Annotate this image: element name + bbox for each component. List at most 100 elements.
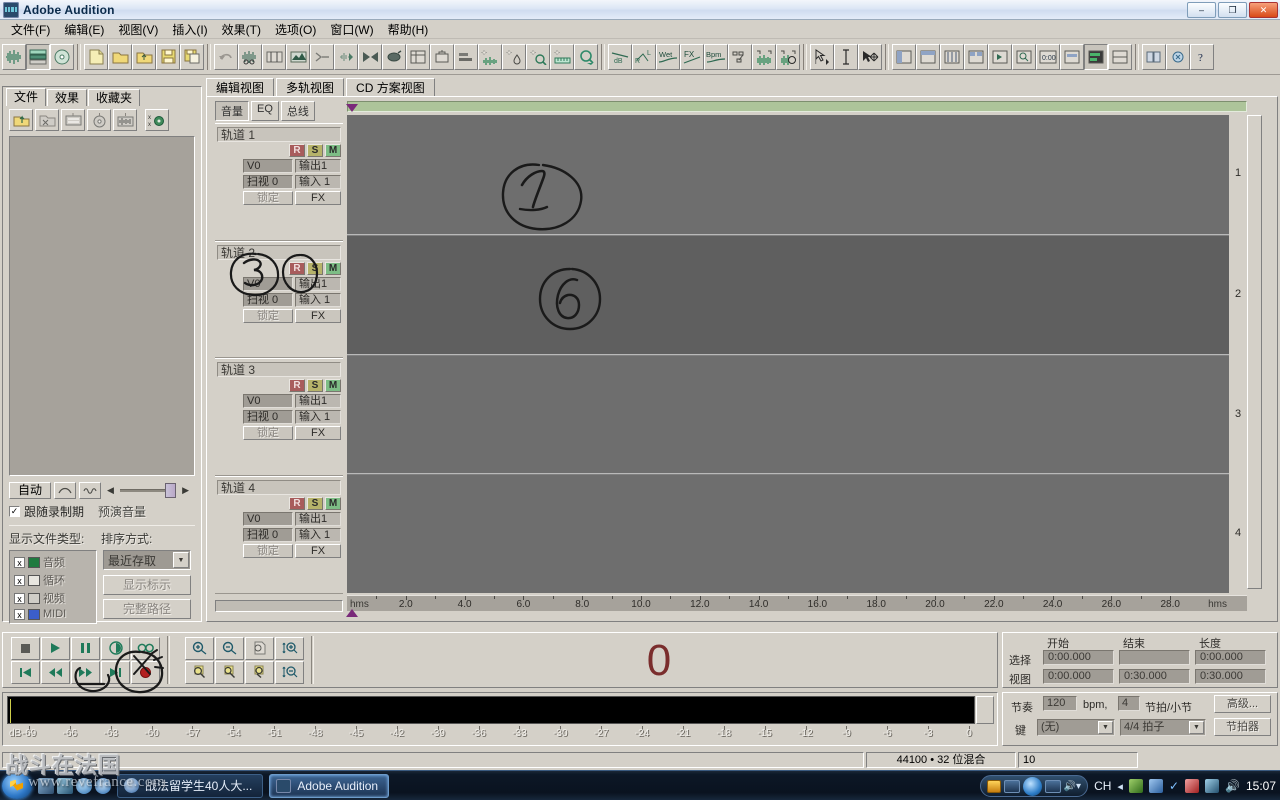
taskbar-item-audition[interactable]: Adobe Audition: [269, 773, 390, 798]
auto-scale-icon[interactable]: [550, 43, 574, 70]
rewind-button[interactable]: [41, 660, 70, 684]
fast-forward-button[interactable]: [71, 660, 100, 684]
track-1-mute-button[interactable]: M: [325, 144, 341, 157]
tempo-envelope-icon[interactable]: Bpm: [704, 43, 728, 70]
show-selection-icon[interactable]: [1060, 43, 1084, 70]
network-icon[interactable]: [1205, 779, 1220, 793]
internet-explorer-icon[interactable]: [95, 777, 111, 794]
playhead-top-marker[interactable]: [346, 104, 358, 112]
tab-multitrack-view[interactable]: 多轨视图: [276, 78, 345, 96]
tab-effects[interactable]: 效果: [47, 89, 88, 106]
menu-window[interactable]: 窗口(W): [323, 19, 380, 40]
track-4-record-button[interactable]: R: [289, 497, 305, 510]
show-mixer-panel-icon[interactable]: [940, 43, 964, 70]
mix-paste-icon[interactable]: [286, 43, 310, 70]
track-header-4[interactable]: 轨道 4 R S M V0 输出1 扫视 0 输入 1 锁定 FX: [215, 476, 343, 594]
track-1-input-field[interactable]: 输入 1: [295, 175, 341, 189]
advanced-button[interactable]: 高级...: [1214, 695, 1271, 713]
key-select[interactable]: (无) ▼: [1037, 719, 1115, 736]
track-1-output-field[interactable]: 输出1: [295, 159, 341, 173]
show-zoom-icon[interactable]: [1012, 43, 1036, 70]
time-signature-select[interactable]: 4/4 拍子 ▼: [1120, 719, 1206, 736]
play-from-cursor-button[interactable]: [101, 636, 130, 660]
pan-envelope-icon[interactable]: RL: [632, 43, 656, 70]
filetype-loop-checkbox[interactable]: x: [14, 574, 25, 586]
group-waveform-icon[interactable]: [406, 43, 430, 70]
media-player-toolbar[interactable]: 🔊▾: [979, 775, 1089, 797]
show-desktop-icon[interactable]: [38, 777, 54, 794]
time-select-tool-icon[interactable]: [834, 43, 858, 70]
about-icon[interactable]: [1166, 43, 1190, 70]
zoom-out-full-button[interactable]: [245, 636, 274, 660]
workspace-icon[interactable]: [1142, 43, 1166, 70]
delete-silence-icon[interactable]: [310, 43, 334, 70]
move-copy-tool-icon[interactable]: [858, 43, 882, 70]
track-2-pan-field[interactable]: 扫视 0: [243, 293, 293, 307]
btn-bus-view[interactable]: 总线: [280, 101, 315, 121]
track-2-volume-field[interactable]: V0: [243, 277, 293, 291]
track-3-volume-field[interactable]: V0: [243, 394, 293, 408]
auto-find-icon[interactable]: [526, 43, 550, 70]
clip-edge-icon[interactable]: [728, 43, 752, 70]
track-1-lock-button[interactable]: 锁定: [243, 191, 293, 205]
media-prev-icon[interactable]: [1003, 779, 1020, 793]
show-files-panel-icon[interactable]: [892, 43, 916, 70]
volume-envelope-icon[interactable]: dB: [608, 43, 632, 70]
sort-by-select[interactable]: 最近存取 ▼: [103, 550, 191, 570]
ime-toolbox-icon[interactable]: [1148, 779, 1163, 793]
level-meter-scrollbar[interactable]: [976, 696, 994, 724]
horizontal-scroll-strip[interactable]: [347, 101, 1247, 112]
clock[interactable]: 15:07: [1246, 779, 1276, 793]
track-1-solo-button[interactable]: S: [307, 144, 323, 157]
track-1-clip-area[interactable]: 1: [347, 115, 1241, 235]
tab-files[interactable]: 文件: [6, 88, 47, 106]
loop-clip-icon[interactable]: [776, 43, 800, 70]
track-2-mute-button[interactable]: M: [325, 262, 341, 275]
menu-insert[interactable]: 插入(I): [165, 19, 214, 40]
auto-play-button[interactable]: 自动: [9, 482, 51, 499]
show-level-meters-icon[interactable]: [1084, 43, 1108, 70]
media-volume-icon[interactable]: 🔊▾: [1064, 781, 1081, 792]
go-to-end-button[interactable]: [101, 660, 130, 684]
close-file-icon[interactable]: [35, 109, 59, 131]
beats-per-bar-field[interactable]: 4: [1118, 696, 1140, 711]
preview-volume-slider[interactable]: ◀ ▶: [107, 482, 189, 499]
ime-punctuation-icon[interactable]: ◂: [1117, 780, 1123, 793]
menu-effects[interactable]: 效果(T): [215, 19, 268, 40]
ime-language-indicator[interactable]: CH: [1094, 779, 1111, 793]
chevron-down-icon[interactable]: ▼: [173, 552, 189, 568]
track-3-mute-button[interactable]: M: [325, 379, 341, 392]
track-1-pan-field[interactable]: 扫视 0: [243, 175, 293, 189]
view-end-field[interactable]: 0:30.000: [1119, 669, 1190, 684]
tempo-value-field[interactable]: 120: [1043, 696, 1077, 711]
taskbar-item-browser[interactable]: 战法留学生40人大...: [117, 773, 264, 798]
pause-button[interactable]: [71, 636, 100, 660]
file-list[interactable]: [9, 136, 195, 476]
track-4-clip-area[interactable]: 4: [347, 475, 1241, 593]
track-4-lock-button[interactable]: 锁定: [243, 544, 293, 558]
play-button[interactable]: [41, 636, 70, 660]
show-time-icon[interactable]: 0:00: [1036, 43, 1060, 70]
zoom-out-horizontal-button[interactable]: [215, 636, 244, 660]
track-2-output-field[interactable]: 输出1: [295, 277, 341, 291]
track-4-mute-button[interactable]: M: [325, 497, 341, 510]
fx-envelope-icon[interactable]: FX: [680, 43, 704, 70]
zoom-to-right-button[interactable]: [245, 660, 274, 684]
menu-options[interactable]: 选项(O): [268, 19, 323, 40]
playhead-bottom-marker[interactable]: [346, 609, 358, 617]
media-stop-icon[interactable]: [986, 779, 1001, 793]
metronome-button[interactable]: 节拍器: [1214, 718, 1271, 736]
track-1-fx-button[interactable]: FX: [295, 191, 341, 205]
show-organizer-icon[interactable]: [964, 43, 988, 70]
messenger-icon[interactable]: [76, 777, 92, 794]
track-1-record-button[interactable]: R: [289, 144, 305, 157]
tab-edit-view[interactable]: 编辑视图: [206, 78, 275, 96]
filetype-midi-checkbox[interactable]: x: [14, 608, 25, 620]
show-effects-panel-icon[interactable]: [916, 43, 940, 70]
auto-scan-icon[interactable]: [574, 43, 598, 70]
level-meter-panel[interactable]: dB -69 -66 -63 -60 -57 -54 -51 -48 -45 -42 -39 -36-…: [2, 692, 998, 746]
btn-eq-view[interactable]: EQ: [251, 101, 279, 121]
filetype-audio[interactable]: x 音频: [14, 554, 92, 570]
filetype-video-checkbox[interactable]: x: [14, 592, 25, 604]
record-button[interactable]: [131, 660, 160, 684]
